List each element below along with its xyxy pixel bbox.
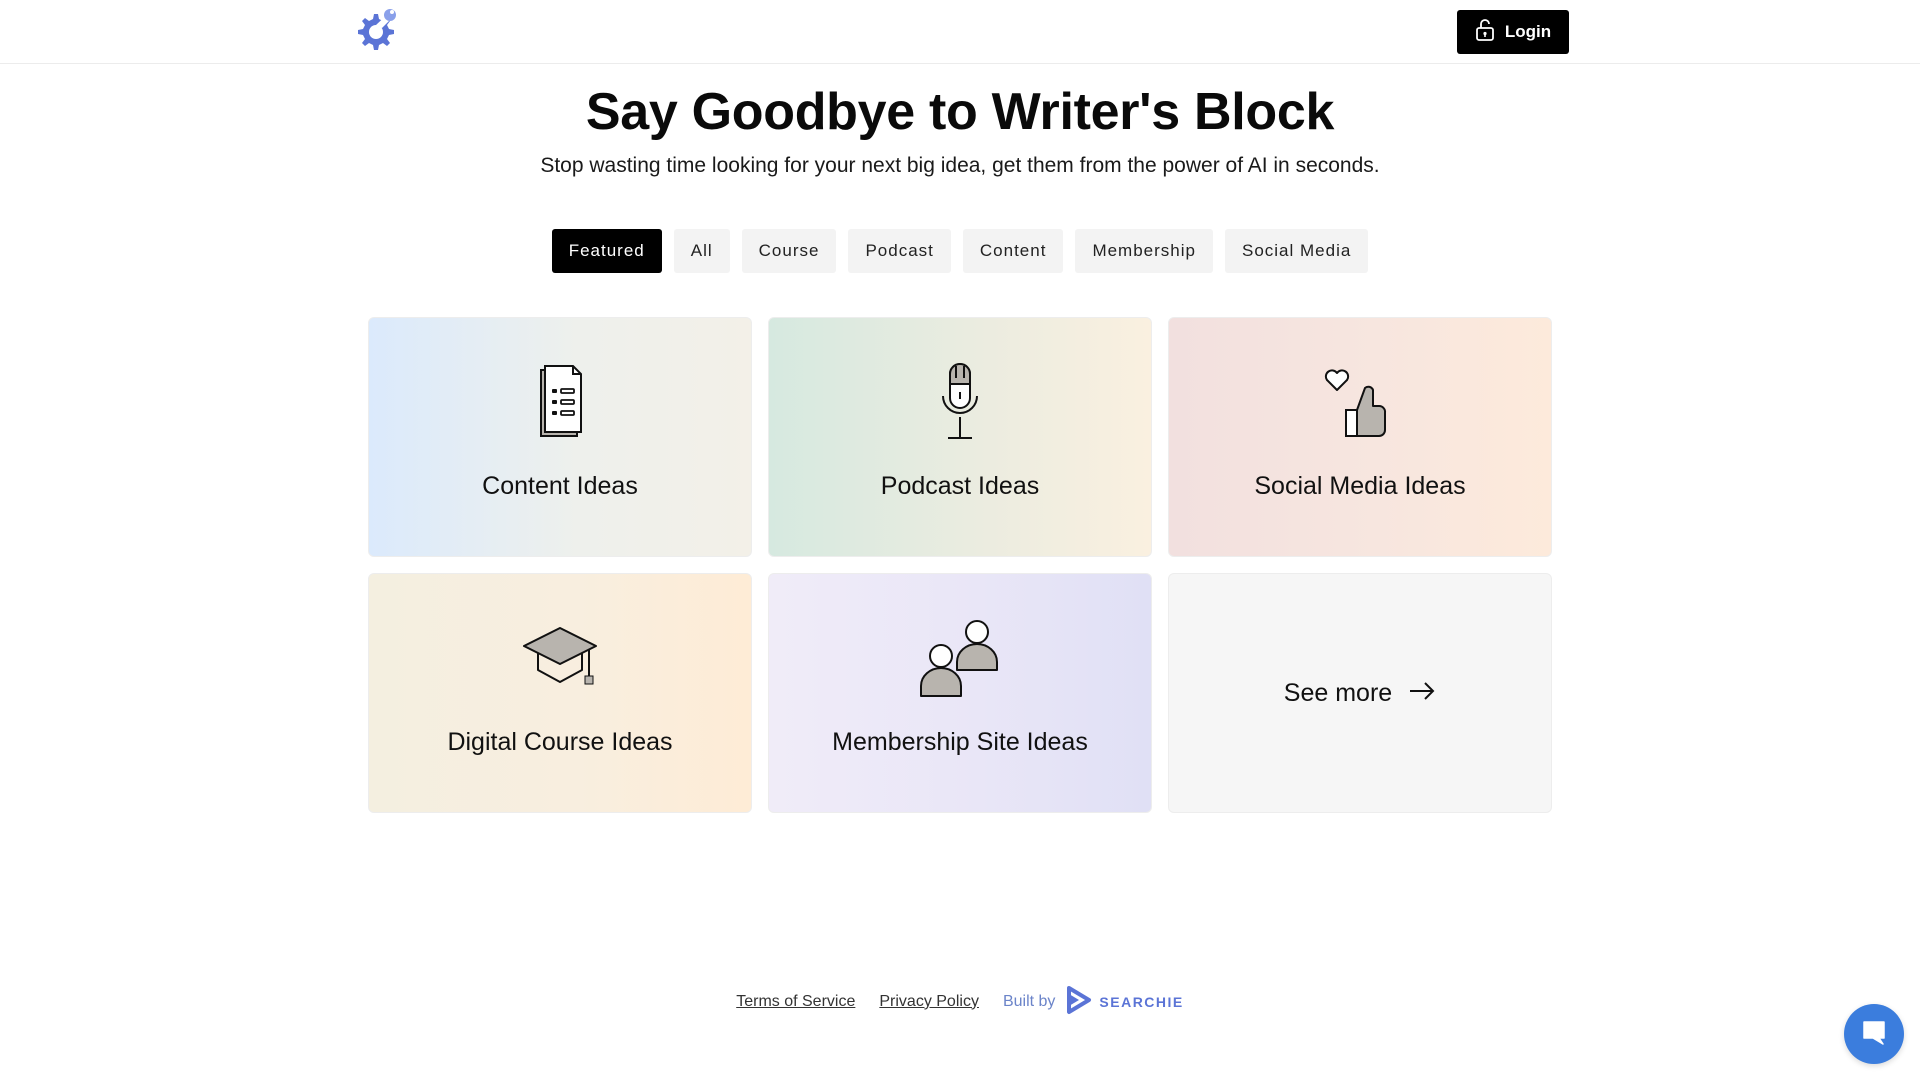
content-ideas-card[interactable]: Content Ideas (368, 317, 752, 557)
tab-course[interactable]: Course (741, 229, 837, 273)
page-title: Say Goodbye to Writer's Block (585, 83, 1335, 141)
searchie-play-icon (1065, 985, 1093, 1018)
tab-membership[interactable]: Membership (1075, 229, 1213, 273)
see-more-card[interactable]: See more (1168, 573, 1552, 813)
chat-bubble-icon (1859, 1017, 1889, 1052)
card-label: Content Ideas (482, 472, 638, 500)
tab-all[interactable]: All (673, 229, 730, 273)
membership-site-ideas-card[interactable]: Membership Site Ideas (768, 573, 1152, 813)
people-icon (915, 618, 1005, 698)
terms-link[interactable]: Terms of Service (736, 993, 855, 1011)
login-button[interactable]: Login (1457, 10, 1569, 54)
graduation-cap-icon (515, 618, 605, 698)
card-label: Podcast Ideas (880, 472, 1040, 500)
podcast-ideas-card[interactable]: Podcast Ideas (768, 317, 1152, 557)
tab-social-media[interactable]: Social Media (1224, 229, 1369, 273)
card-label: Social Media Ideas (1254, 472, 1466, 500)
card-label: Membership Site Ideas (832, 728, 1088, 756)
page-subtitle: Stop wasting time looking for your next … (540, 154, 1380, 177)
filter-tabs: Featured All Course Podcast Content Memb… (0, 229, 1920, 273)
see-more-link[interactable]: See more (1284, 679, 1436, 708)
gear-logo-icon[interactable] (350, 8, 398, 56)
privacy-link[interactable]: Privacy Policy (879, 993, 979, 1011)
tab-content[interactable]: Content (962, 229, 1064, 273)
login-label: Login (1504, 22, 1552, 41)
tab-featured[interactable]: Featured (551, 229, 662, 273)
top-bar: Login (0, 0, 1920, 64)
searchie-brand-text: SEARCHIE (1099, 993, 1184, 1010)
built-by-label: Built by (1002, 992, 1056, 1010)
document-list-icon (515, 362, 605, 442)
digital-course-ideas-card[interactable]: Digital Course Ideas (368, 573, 752, 813)
built-by[interactable]: Built by SEARCHIE (1003, 985, 1184, 1018)
card-label: Digital Course Ideas (447, 728, 673, 756)
thumbs-up-heart-icon (1315, 362, 1405, 442)
footer: Terms of Service Privacy Policy Built by… (0, 985, 1920, 1018)
lock-icon (1475, 18, 1495, 47)
chat-button[interactable] (1844, 1004, 1904, 1064)
searchie-logo: SEARCHIE (1065, 985, 1183, 1018)
arrow-right-icon (1408, 679, 1436, 708)
see-more-label: See more (1283, 678, 1393, 707)
microphone-icon (915, 362, 1005, 442)
tab-podcast[interactable]: Podcast (848, 229, 951, 273)
social-media-ideas-card[interactable]: Social Media Ideas (1168, 317, 1552, 557)
